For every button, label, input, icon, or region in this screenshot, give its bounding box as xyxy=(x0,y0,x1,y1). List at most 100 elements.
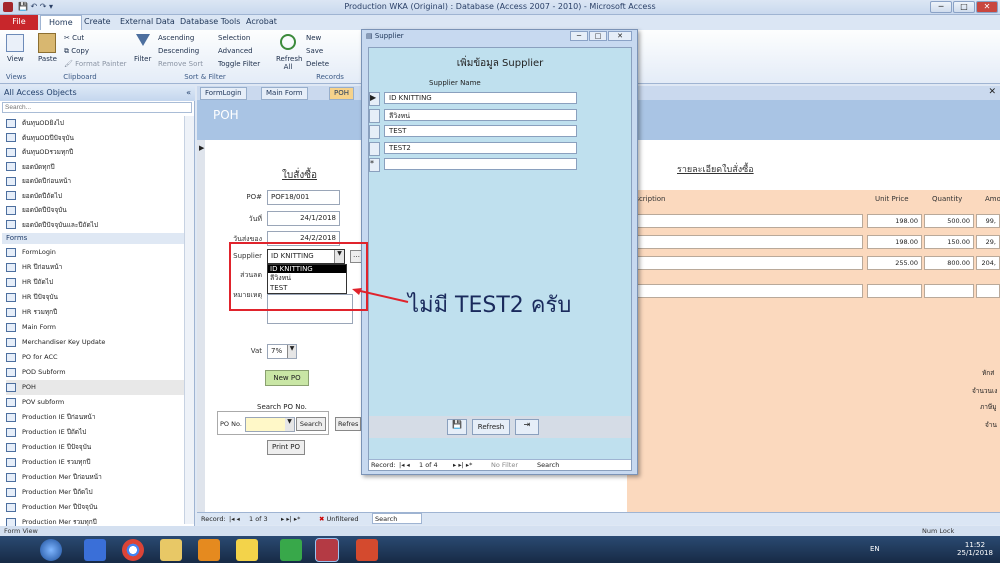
access-taskbar-icon[interactable] xyxy=(315,538,339,562)
detail-cell[interactable]: 204, xyxy=(976,256,1000,270)
record-position[interactable]: 1 of 3 xyxy=(249,515,268,523)
popup-maximize-button[interactable]: □ xyxy=(589,31,607,41)
copy-button[interactable]: ⧉ Copy xyxy=(64,47,89,56)
detail-cell[interactable]: 150.00 xyxy=(924,235,974,249)
chevron-down-icon[interactable]: ▼ xyxy=(287,345,296,358)
chevron-down-icon[interactable]: ▼ xyxy=(285,418,294,431)
remove-sort-button[interactable]: Remove Sort xyxy=(158,60,203,68)
empty-quantity-cell[interactable] xyxy=(924,284,974,298)
vat-combo[interactable]: 7% ▼ xyxy=(267,344,297,359)
row-selector[interactable] xyxy=(369,108,380,123)
descending-button[interactable]: Descending xyxy=(158,47,199,55)
nav-item[interactable]: ยอดบัดปีก่อนหน้า xyxy=(6,174,184,189)
delete-record-button[interactable]: Delete xyxy=(306,60,329,68)
detail-cell[interactable] xyxy=(637,256,863,270)
outlook-icon[interactable] xyxy=(198,539,220,561)
filter-button[interactable]: Filter xyxy=(134,55,151,63)
supplier-row[interactable]: ID KNITTING xyxy=(384,92,577,104)
app-icon[interactable] xyxy=(356,539,378,561)
app-icon[interactable] xyxy=(84,539,106,561)
language-indicator[interactable]: EN xyxy=(870,545,880,553)
supplier-row[interactable]: TEST2 xyxy=(384,141,577,154)
supplier-row[interactable]: ลีวิงหน่ xyxy=(384,108,577,121)
empty-price-cell[interactable] xyxy=(867,284,922,298)
nav-form-item[interactable]: Production IE ปีก่อนหน้า xyxy=(6,410,184,425)
nav-item[interactable]: ยอดบัดปีถัดไป xyxy=(6,189,184,204)
nav-form-item[interactable]: POV subform xyxy=(6,395,184,410)
row-selector[interactable]: ▶ xyxy=(369,92,380,106)
view-icon[interactable] xyxy=(6,34,24,52)
popup-minimize-button[interactable]: ─ xyxy=(570,31,588,41)
detail-cell[interactable]: 198.00 xyxy=(867,235,922,249)
nav-form-item[interactable]: HR ปีก่อนหน้า xyxy=(6,260,184,275)
nav-form-item[interactable]: POD Subform xyxy=(6,365,184,380)
utorrent-icon[interactable] xyxy=(280,539,302,561)
chrome-icon[interactable] xyxy=(122,539,144,561)
empty-description-cell[interactable] xyxy=(637,284,863,298)
minimize-button[interactable]: ─ xyxy=(930,1,952,13)
nav-form-item[interactable]: HR ปีถัดไป xyxy=(6,275,184,290)
detail-cell[interactable]: 500.00 xyxy=(924,214,974,228)
maximize-button[interactable]: □ xyxy=(953,1,975,13)
nav-form-item[interactable]: Production IE ปีปัจจุบัน xyxy=(6,440,184,455)
forms-section-header[interactable]: Forms xyxy=(2,233,184,244)
doc-tab-formlogin[interactable]: FormLogin xyxy=(200,87,247,100)
search-po-button[interactable]: Search xyxy=(296,417,326,431)
supplier-row[interactable]: TEST xyxy=(384,125,577,137)
print-po-button[interactable]: Print PO xyxy=(267,440,305,455)
paste-button[interactable]: Paste xyxy=(38,55,57,63)
detail-cell[interactable] xyxy=(637,214,863,228)
nav-form-item[interactable]: Merchandiser Key Update xyxy=(6,335,184,350)
nav-item[interactable]: ยอดบัดทุกปี xyxy=(6,160,184,175)
tab-file[interactable]: File xyxy=(0,15,38,30)
nav-header[interactable]: All Access Objects « xyxy=(0,86,195,101)
popup-nav-prev-icon[interactable]: |◂ ◂ xyxy=(399,461,410,469)
exit-icon[interactable]: ⇥ xyxy=(515,419,539,435)
record-first-prev-icon[interactable]: |◂ ◂ xyxy=(229,515,240,523)
nav-form-item[interactable]: HR รวมทุกปี xyxy=(6,305,184,320)
paste-icon[interactable] xyxy=(38,33,56,53)
record-next-last-icon[interactable]: ▸ ▸| ▸* xyxy=(281,515,300,523)
row-selector[interactable] xyxy=(369,125,380,139)
doc-tab-poh[interactable]: POH xyxy=(329,87,354,100)
po-number-field[interactable]: POF18/001 xyxy=(267,190,340,205)
detail-cell[interactable]: 99, xyxy=(976,214,1000,228)
nav-form-item[interactable]: Production IE รวมทุกปี xyxy=(6,455,184,470)
nav-form-item[interactable]: PO for ACC xyxy=(6,350,184,365)
new-record-button[interactable]: New xyxy=(306,34,321,42)
popup-close-button[interactable]: ✕ xyxy=(608,31,632,41)
popup-nav-next-icon[interactable]: ▸ ▸| ▸* xyxy=(453,461,472,469)
nav-item[interactable]: ต้นทุนODรวมทุกปี xyxy=(6,145,184,160)
refresh-all-button[interactable]: Refresh All xyxy=(276,55,302,71)
detail-cell[interactable]: 255.00 xyxy=(867,256,922,270)
advanced-button[interactable]: Advanced xyxy=(218,47,253,55)
detail-cell[interactable] xyxy=(637,235,863,249)
detail-cell[interactable]: 29, xyxy=(976,235,1000,249)
new-row-selector[interactable]: * xyxy=(369,158,380,172)
popup-refresh-button[interactable]: Refresh xyxy=(472,419,510,435)
popup-filter-status[interactable]: No Filter xyxy=(491,461,518,469)
nav-form-item[interactable]: Production Mer ปีก่อนหน้า xyxy=(6,470,184,485)
format-painter-button[interactable]: 🖌 Format Painter xyxy=(64,60,127,68)
nav-form-item[interactable]: Main Form xyxy=(6,320,184,335)
empty-amount-cell[interactable] xyxy=(976,284,1000,298)
date-field[interactable]: 24/1/2018 xyxy=(267,211,340,226)
save-icon[interactable]: 💾 xyxy=(447,419,467,435)
clock[interactable]: 11:52 25/1/2018 xyxy=(955,541,995,557)
nav-item[interactable]: ยอดบัดปีปัจจุบันและปีถัดไป xyxy=(6,218,184,233)
detail-cell[interactable]: 800.00 xyxy=(924,256,974,270)
view-button[interactable]: View xyxy=(7,55,24,63)
nav-form-item[interactable]: POH xyxy=(6,380,184,395)
nav-form-item[interactable]: HR ปีปัจจุบัน xyxy=(6,290,184,305)
tab-acrobat[interactable]: Acrobat xyxy=(238,15,285,30)
cut-button[interactable]: ✂ Cut xyxy=(64,34,84,42)
nav-form-item[interactable]: Production Mer ปีปัจจุบัน xyxy=(6,500,184,515)
new-supplier-row[interactable] xyxy=(384,158,577,170)
close-doc-icon[interactable]: ✕ xyxy=(988,87,996,97)
refresh-icon[interactable] xyxy=(280,34,296,50)
nav-form-item[interactable]: Production IE ปีถัดไป xyxy=(6,425,184,440)
nav-form-item[interactable]: FormLogin xyxy=(6,245,184,260)
toggle-filter-button[interactable]: Toggle Filter xyxy=(218,60,260,68)
close-button[interactable]: ✕ xyxy=(976,1,998,13)
popup-record-position[interactable]: 1 of 4 xyxy=(419,461,438,469)
